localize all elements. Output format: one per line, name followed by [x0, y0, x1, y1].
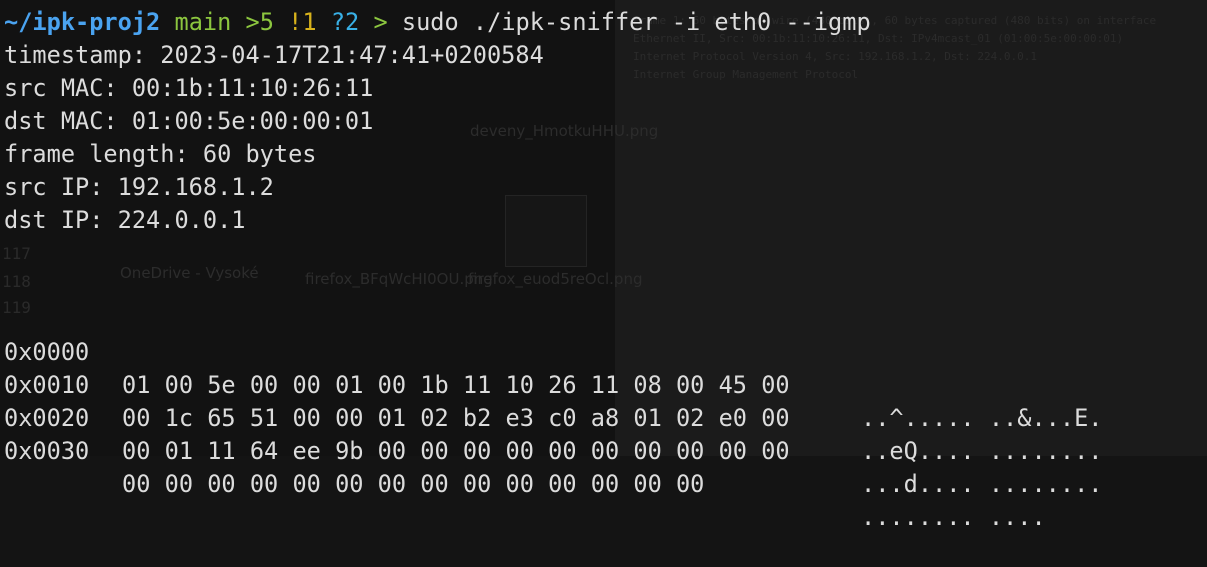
hexdump: 0x0000 01 00 5e 00 00 01 00 1b 11 10 26 …	[4, 303, 1102, 531]
prompt-path: ~/ipk-proj2	[4, 8, 161, 36]
frame-length-line: frame length: 60 bytes	[4, 140, 317, 168]
editor-line-number: 118	[2, 272, 31, 291]
git-untracked-count: ?2	[330, 8, 360, 36]
hexdump-row: 0x0000 01 00 5e 00 00 01 00 1b 11 10 26 …	[4, 303, 1102, 432]
git-branch: main	[174, 8, 232, 36]
hex-bytes: 00 00 00 00 00 00 00 00 00 00 00 00 00 0…	[122, 470, 705, 498]
hex-bytes: 00 01 11 64 ee 9b 00 00 00 00 00 00 00 0…	[122, 437, 790, 465]
hex-ascii: ........ ....	[861, 503, 1046, 531]
hex-bytes: 00 1c 65 51 00 00 01 02 b2 e3 c0 a8 01 0…	[122, 404, 790, 432]
desktop-file-label: firefox_BFqWcHI0OU.png	[305, 270, 493, 288]
prompt-symbol: >	[373, 8, 388, 36]
src-ip-line: src IP: 192.168.1.2	[4, 173, 274, 201]
terminal-output[interactable]: ~/ipk-proj2 main >5 !1 ?2 > sudo ./ipk-s…	[4, 6, 871, 237]
hex-ascii: ..eQ.... ........	[861, 437, 1103, 465]
dst-ip-line: dst IP: 224.0.0.1	[4, 206, 246, 234]
src-mac-line: src MAC: 00:1b:11:10:26:11	[4, 74, 374, 102]
timestamp-line: timestamp: 2023-04-17T21:47:41+0200584	[4, 41, 544, 69]
hex-ascii: ..^..... ..&...E.	[861, 404, 1103, 432]
git-modified-count: !1	[288, 8, 317, 36]
hexdump-row: 0x0020 00 01 11 64 ee 9b 00 00 00 00 00 …	[4, 369, 1102, 498]
desktop-file-label: firefox_euod5reOcl.png	[468, 270, 643, 288]
onedrive-folder-label: OneDrive - Vysoké	[120, 264, 259, 282]
shell-prompt-line: ~/ipk-proj2 main >5 !1 ?2 > sudo ./ipk-s…	[4, 6, 871, 39]
command-text: sudo ./ipk-sniffer -i eth0 --igmp	[401, 8, 871, 36]
hexdump-row: 0x0010 00 1c 65 51 00 00 01 02 b2 e3 c0 …	[4, 336, 1102, 465]
git-ahead-count: >5	[245, 8, 274, 36]
hex-bytes: 01 00 5e 00 00 01 00 1b 11 10 26 11 08 0…	[122, 371, 790, 399]
hexdump-row: 0x0030 00 00 00 00 00 00 00 00 00 00 00 …	[4, 402, 1046, 531]
hex-ascii: ...d.... ........	[861, 470, 1103, 498]
dst-mac-line: dst MAC: 01:00:5e:00:00:01	[4, 107, 374, 135]
hex-offset: 0x0030	[4, 437, 90, 465]
editor-line-number: 117	[2, 244, 31, 263]
